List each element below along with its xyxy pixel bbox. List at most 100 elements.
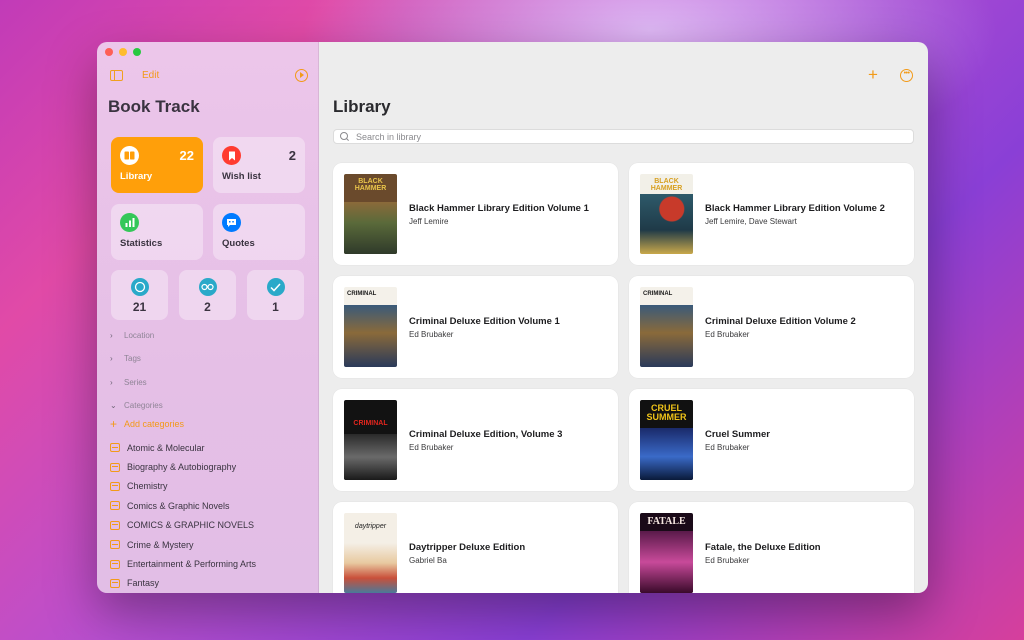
tile-library[interactable]: 22 Library xyxy=(111,137,203,193)
edit-button[interactable]: Edit xyxy=(142,70,159,81)
tile-wish-list[interactable]: 2 Wish list xyxy=(213,137,305,193)
book-info: Criminal Deluxe Edition Volume 2 Ed Brub… xyxy=(705,276,905,378)
page-title: Library xyxy=(333,97,391,116)
wish-list-label: Wish list xyxy=(222,171,261,182)
cover-title: daytripper xyxy=(354,523,387,530)
cover-art xyxy=(344,305,397,367)
category-item[interactable]: Chemistry xyxy=(110,477,256,496)
section-location-label: Location xyxy=(124,331,155,340)
search-icon xyxy=(340,131,350,142)
close-window-button[interactable] xyxy=(105,48,113,56)
book-title: Criminal Deluxe Edition Volume 1 xyxy=(409,315,560,327)
category-item[interactable]: Comics & Graphic Novels xyxy=(110,496,256,515)
book-card[interactable]: CRUEL SUMMER Cruel Summer Ed Brubaker xyxy=(629,389,914,491)
cover-title: FATALE xyxy=(647,516,686,527)
cover-art xyxy=(640,194,693,254)
category-item[interactable]: Crime & Mystery xyxy=(110,535,256,554)
tray-icon xyxy=(110,481,120,491)
main-content: + ••• Library BLACK HAMMER Black Hammer … xyxy=(319,42,928,593)
book-author: Jeff Lemire xyxy=(409,216,449,226)
book-title: Fatale, the Deluxe Edition xyxy=(705,541,821,553)
bookmark-icon xyxy=(222,146,241,165)
book-info: Cruel Summer Ed Brubaker xyxy=(705,389,905,491)
category-item[interactable]: Biography & Autobiography xyxy=(110,457,256,476)
book-info: Fatale, the Deluxe Edition Ed Brubaker xyxy=(705,502,905,593)
search-input[interactable] xyxy=(356,131,896,142)
cover-title: CRIMINAL xyxy=(643,291,673,297)
category-label: Entertainment & Performing Arts xyxy=(127,559,257,570)
book-author: Gabriel Ba xyxy=(409,555,447,565)
book-author: Ed Brubaker xyxy=(409,329,454,339)
category-item[interactable]: Atomic & Molecular xyxy=(110,438,256,457)
chevron-down-icon: ⌄ xyxy=(110,401,117,410)
cover-title: CRIMINAL xyxy=(353,420,388,427)
book-cover: CRIMINAL xyxy=(640,287,693,367)
category-label: Fantasy xyxy=(127,578,160,589)
tray-icon xyxy=(110,520,120,530)
section-tags[interactable]: › Tags xyxy=(110,354,141,363)
book-author: Ed Brubaker xyxy=(705,442,750,452)
minimize-window-button[interactable] xyxy=(119,48,127,56)
sidebar-toggle-icon[interactable] xyxy=(110,70,123,81)
cover-title: BLACK HAMMER xyxy=(354,178,387,192)
book-info: Criminal Deluxe Edition Volume 1 Ed Brub… xyxy=(409,276,609,378)
cover-title: CRIMINAL xyxy=(347,291,377,297)
bar-chart-icon xyxy=(120,213,139,232)
app-title: Book Track xyxy=(108,97,200,116)
book-cover: daytripper xyxy=(344,513,397,593)
search-bar xyxy=(333,129,914,144)
chevron-right-icon: › xyxy=(110,354,113,363)
status-count-finished: 1 xyxy=(272,300,279,314)
status-tile-reading[interactable]: 2 xyxy=(179,270,236,320)
plus-icon: + xyxy=(110,416,118,431)
add-categories-button[interactable]: + Add categories xyxy=(110,416,185,431)
book-title: Daytripper Deluxe Edition xyxy=(409,541,526,553)
quotes-label: Quotes xyxy=(222,238,255,249)
tray-icon xyxy=(110,443,120,453)
book-title: Cruel Summer xyxy=(705,428,770,440)
add-categories-label: Add categories xyxy=(124,419,185,429)
status-tile-unread[interactable]: 21 xyxy=(111,270,168,320)
book-cover: CRUEL SUMMER xyxy=(640,400,693,480)
cover-art xyxy=(344,202,397,254)
tile-statistics[interactable]: Statistics xyxy=(111,204,203,260)
category-item[interactable]: Entertainment & Performing Arts xyxy=(110,554,256,573)
book-card[interactable]: CRIMINAL Criminal Deluxe Edition, Volume… xyxy=(333,389,618,491)
statistics-label: Statistics xyxy=(120,238,163,249)
zoom-window-button[interactable] xyxy=(133,48,141,56)
app-window: Edit Book Track 22 Library 2 Wish list S… xyxy=(97,42,928,593)
category-label: COMICS & GRAPHIC NOVELS xyxy=(127,520,255,531)
book-info: Black Hammer Library Edition Volume 1 Je… xyxy=(409,163,609,265)
reading-timer-icon[interactable] xyxy=(295,69,308,82)
book-card[interactable]: FATALE Fatale, the Deluxe Edition Ed Bru… xyxy=(629,502,914,593)
window-controls xyxy=(105,48,141,56)
section-categories[interactable]: ⌄ Categories xyxy=(110,401,163,410)
tray-icon xyxy=(110,501,120,511)
add-book-button[interactable]: + xyxy=(868,66,878,83)
category-label: Chemistry xyxy=(127,481,168,492)
book-card[interactable]: daytripper Daytripper Deluxe Edition Gab… xyxy=(333,502,618,593)
status-count-unread: 21 xyxy=(132,300,147,314)
book-card[interactable]: CRIMINAL Criminal Deluxe Edition Volume … xyxy=(629,276,914,378)
section-series-label: Series xyxy=(124,378,147,387)
section-location[interactable]: › Location xyxy=(110,331,154,340)
book-card[interactable]: CRIMINAL Criminal Deluxe Edition Volume … xyxy=(333,276,618,378)
book-title: Black Hammer Library Edition Volume 2 xyxy=(705,202,885,214)
book-author: Ed Brubaker xyxy=(705,329,750,339)
more-options-icon[interactable]: ••• xyxy=(900,69,913,82)
book-cover: CRIMINAL xyxy=(344,287,397,367)
cover-art xyxy=(344,543,397,593)
book-card[interactable]: BLACK HAMMER Black Hammer Library Editio… xyxy=(629,163,914,265)
circle-icon xyxy=(130,278,149,296)
status-tile-finished[interactable]: 1 xyxy=(247,270,304,320)
book-title: Black Hammer Library Edition Volume 1 xyxy=(409,202,589,214)
tile-quotes[interactable]: Quotes xyxy=(213,204,305,260)
book-grid: BLACK HAMMER Black Hammer Library Editio… xyxy=(333,163,914,593)
checkmark-icon xyxy=(266,278,285,296)
book-card[interactable]: BLACK HAMMER Black Hammer Library Editio… xyxy=(333,163,618,265)
quote-bubble-icon xyxy=(222,213,241,232)
category-item[interactable]: COMICS & GRAPHIC NOVELS xyxy=(110,516,256,535)
book-author: Ed Brubaker xyxy=(705,555,750,565)
category-item[interactable]: Fantasy xyxy=(110,574,256,593)
section-series[interactable]: › Series xyxy=(110,378,147,387)
